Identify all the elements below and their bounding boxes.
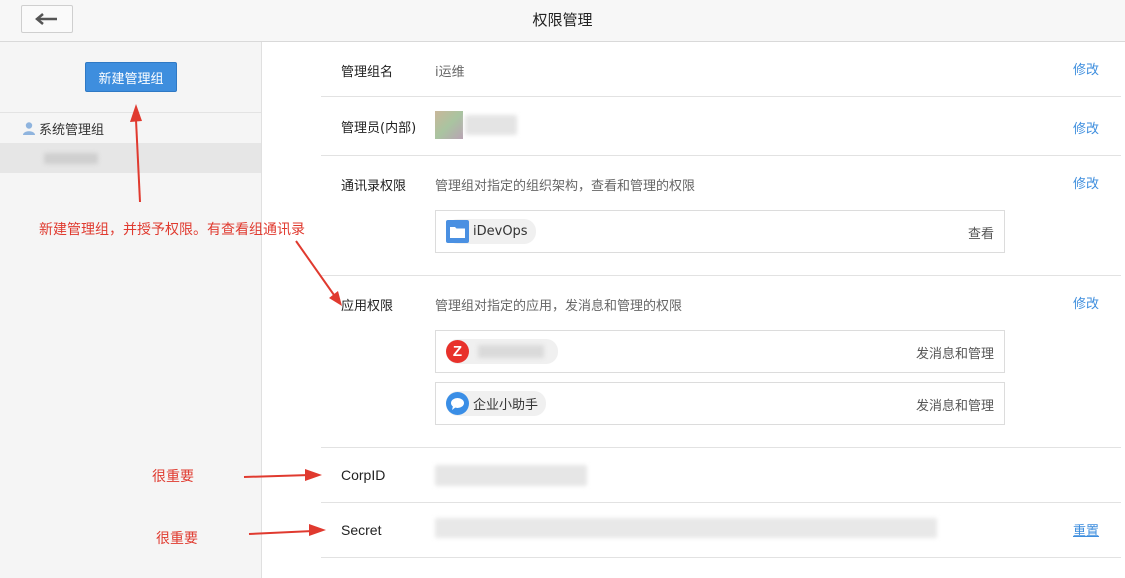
redacted-app-name <box>478 345 544 358</box>
edit-app-permission-link[interactable]: 修改 <box>1073 293 1099 312</box>
app-z-icon: Z <box>446 340 469 363</box>
app-permission-desc: 管理组对指定的应用，发消息和管理的权限 <box>435 299 683 314</box>
folder-icon <box>446 220 469 243</box>
app-item: Z 发消息和管理 <box>435 330 1005 373</box>
contacts-permission-label: 通讯录权限 <box>341 179 407 194</box>
contacts-permission-desc: 管理组对指定的组织架构，查看和管理的权限 <box>435 179 696 194</box>
redacted-group-name <box>44 153 98 164</box>
divider <box>321 502 1121 503</box>
edit-contacts-permission-link[interactable]: 修改 <box>1073 173 1099 192</box>
reset-secret-link[interactable]: 重置 <box>1073 520 1099 539</box>
chat-bubble-icon <box>446 392 469 415</box>
new-group-button[interactable]: 新建管理组 <box>85 62 177 92</box>
divider <box>321 155 1121 156</box>
sidebar-item-selected-group[interactable] <box>0 143 261 173</box>
sidebar-item-label: 系统管理组 <box>39 122 105 138</box>
arrow-to-app-permission <box>295 240 335 296</box>
app-chip: 企业小助手 <box>446 391 547 416</box>
group-name-label: 管理组名 <box>341 65 394 80</box>
group-name-value: i运维 <box>435 65 465 80</box>
app-name: 企业小助手 <box>473 398 539 413</box>
divider <box>321 557 1121 558</box>
department-name: iDevOps <box>473 224 528 239</box>
app-permission-label: 应用权限 <box>341 299 394 314</box>
secret-label: Secret <box>341 522 382 538</box>
annotation-important-secret: 很重要 <box>156 531 198 547</box>
divider <box>321 96 1121 97</box>
sidebar-divider <box>0 112 261 113</box>
edit-group-name-link[interactable]: 修改 <box>1073 59 1099 78</box>
department-chip: iDevOps <box>446 219 536 244</box>
corpid-label: CorpID <box>341 467 386 483</box>
app-chip: Z <box>446 339 558 364</box>
top-bar: 权限管理 <box>0 0 1125 42</box>
sidebar-item-system-group[interactable]: 系统管理组 <box>22 119 105 138</box>
page-title: 权限管理 <box>532 11 593 29</box>
admin-avatar <box>435 111 463 139</box>
sidebar: 新建管理组 系统管理组 <box>0 42 262 578</box>
divider <box>321 447 1121 448</box>
edit-admins-link[interactable]: 修改 <box>1073 118 1099 137</box>
contacts-item: iDevOps 查看 <box>435 210 1005 253</box>
redacted-secret <box>435 518 937 538</box>
user-icon <box>23 122 35 135</box>
annotation-important-corpid: 很重要 <box>152 469 194 485</box>
redacted-corpid <box>435 465 587 486</box>
app-item: 企业小助手 发消息和管理 <box>435 382 1005 425</box>
admins-label: 管理员(内部) <box>341 121 417 136</box>
department-permission: 查看 <box>967 227 994 242</box>
redacted-admin-name <box>465 115 517 135</box>
app-permission: 发消息和管理 <box>915 347 994 362</box>
annotation-note: 新建管理组，并授予权限。有查看组通讯录 <box>39 222 305 238</box>
divider <box>321 275 1121 276</box>
app-permission: 发消息和管理 <box>915 399 994 414</box>
